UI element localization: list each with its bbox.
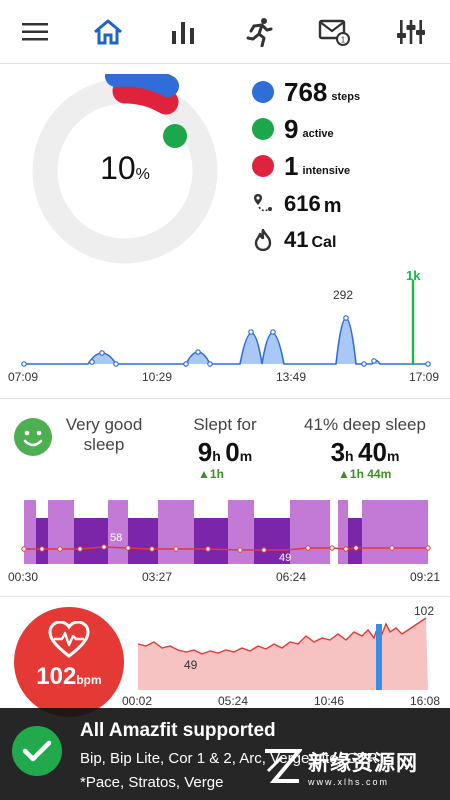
slept-duration: 9h 0m bbox=[197, 437, 253, 467]
steps-area bbox=[24, 318, 428, 364]
sleep-x-label: 09:21 bbox=[410, 570, 441, 584]
steps-x-label: 13:49 bbox=[276, 370, 307, 384]
divider bbox=[0, 398, 450, 399]
smiley-icon bbox=[14, 418, 52, 456]
sleep-hr-min-label: 49 bbox=[279, 552, 292, 564]
calories-value: 41 bbox=[284, 227, 309, 252]
steps-peak-label: 292 bbox=[333, 288, 354, 302]
divider bbox=[0, 596, 450, 597]
steps-value: 768 bbox=[284, 76, 328, 107]
menu-icon[interactable] bbox=[12, 10, 58, 54]
route-pin-icon bbox=[252, 192, 274, 216]
banner-devices-line: *Pace, Stratos, Verge bbox=[80, 774, 224, 791]
hr-x-label: 10:46 bbox=[314, 694, 345, 708]
heart-rate-badge: 102bpm bbox=[14, 607, 124, 717]
steps-unit: steps bbox=[331, 91, 361, 103]
active-unit: active bbox=[302, 128, 334, 140]
steps-x-label: 07:09 bbox=[8, 370, 39, 384]
banner-title: All Amazfit supported bbox=[80, 720, 276, 741]
hr-min-label: 49 bbox=[184, 658, 198, 672]
sleep-x-label: 03:27 bbox=[142, 570, 173, 584]
intensive-dot-icon bbox=[252, 155, 274, 177]
hr-x-label: 00:02 bbox=[122, 694, 153, 708]
steps-goal-label: 1k bbox=[406, 268, 421, 283]
active-value: 9 bbox=[284, 113, 299, 144]
svg-text:1: 1 bbox=[341, 36, 346, 45]
steps-dot-icon bbox=[252, 81, 274, 103]
deep-sleep-delta: ▲1h 44m bbox=[338, 467, 392, 481]
steps-x-label: 10:29 bbox=[142, 370, 173, 384]
top-nav-bar: 1 bbox=[0, 0, 450, 64]
flame-icon bbox=[252, 228, 274, 252]
active-stat: 9 active bbox=[252, 112, 334, 146]
intensive-stat: 1 intensive bbox=[252, 149, 350, 183]
calories-stat: 41 Cal bbox=[252, 223, 336, 257]
sleep-quality-line1: Very good bbox=[65, 415, 143, 434]
intensive-unit: intensive bbox=[302, 165, 351, 177]
checkmark-icon bbox=[12, 726, 62, 776]
mail-badge-icon[interactable]: 1 bbox=[311, 10, 357, 54]
steps-points bbox=[21, 315, 431, 367]
steps-stat: 768 steps bbox=[252, 75, 360, 109]
sleep-x-label: 06:24 bbox=[276, 570, 307, 584]
slept-for-label: Slept for bbox=[193, 415, 257, 434]
intensive-value: 1 bbox=[284, 150, 299, 181]
running-icon[interactable] bbox=[236, 10, 282, 54]
hr-x-label: 05:24 bbox=[218, 694, 249, 708]
sleep-quality-line2: sleep bbox=[83, 435, 125, 454]
deep-sleep-label: 41% deep sleep bbox=[304, 415, 426, 434]
watermark: 新缘资源网 www.xlhs.com bbox=[262, 740, 432, 794]
watermark-logo-icon bbox=[265, 749, 302, 783]
sleep-quality: Very good sleep bbox=[58, 415, 150, 455]
hr-x-label: 16:08 bbox=[410, 694, 441, 708]
slept-delta: ▲1h bbox=[198, 467, 224, 481]
hr-max-label: 102 bbox=[414, 604, 435, 618]
steps-x-label: 17:09 bbox=[409, 370, 440, 384]
hr-current-marker bbox=[376, 624, 382, 690]
steps-ring-arc bbox=[105, 74, 179, 97]
bar-chart-icon[interactable] bbox=[160, 10, 206, 54]
home-icon[interactable] bbox=[85, 10, 131, 54]
steps-chart bbox=[21, 280, 431, 367]
calories-unit: Cal bbox=[311, 234, 337, 251]
active-dot-icon bbox=[252, 118, 274, 140]
sleep-x-label: 00:30 bbox=[8, 570, 39, 584]
active-ring-dot bbox=[163, 124, 187, 148]
heart-pulse-icon bbox=[48, 621, 90, 658]
distance-value: 616 bbox=[284, 191, 321, 216]
distance-stat: 616 m bbox=[252, 187, 342, 221]
watermark-url: www.xlhs.com bbox=[308, 777, 390, 787]
sleep-chart bbox=[21, 500, 431, 564]
equalizer-icon[interactable] bbox=[388, 10, 434, 54]
goal-percent: 10% bbox=[100, 150, 150, 186]
sleep-hr-max-label: 58 bbox=[110, 532, 123, 544]
steps-line bbox=[24, 317, 428, 365]
heart-rate-value: 102bpm bbox=[36, 663, 102, 690]
deep-sleep-duration: 3h 40m bbox=[330, 437, 400, 467]
heart-rate-chart bbox=[137, 617, 428, 690]
distance-unit: m bbox=[323, 194, 342, 217]
watermark-text: 新缘资源网 bbox=[308, 752, 418, 775]
